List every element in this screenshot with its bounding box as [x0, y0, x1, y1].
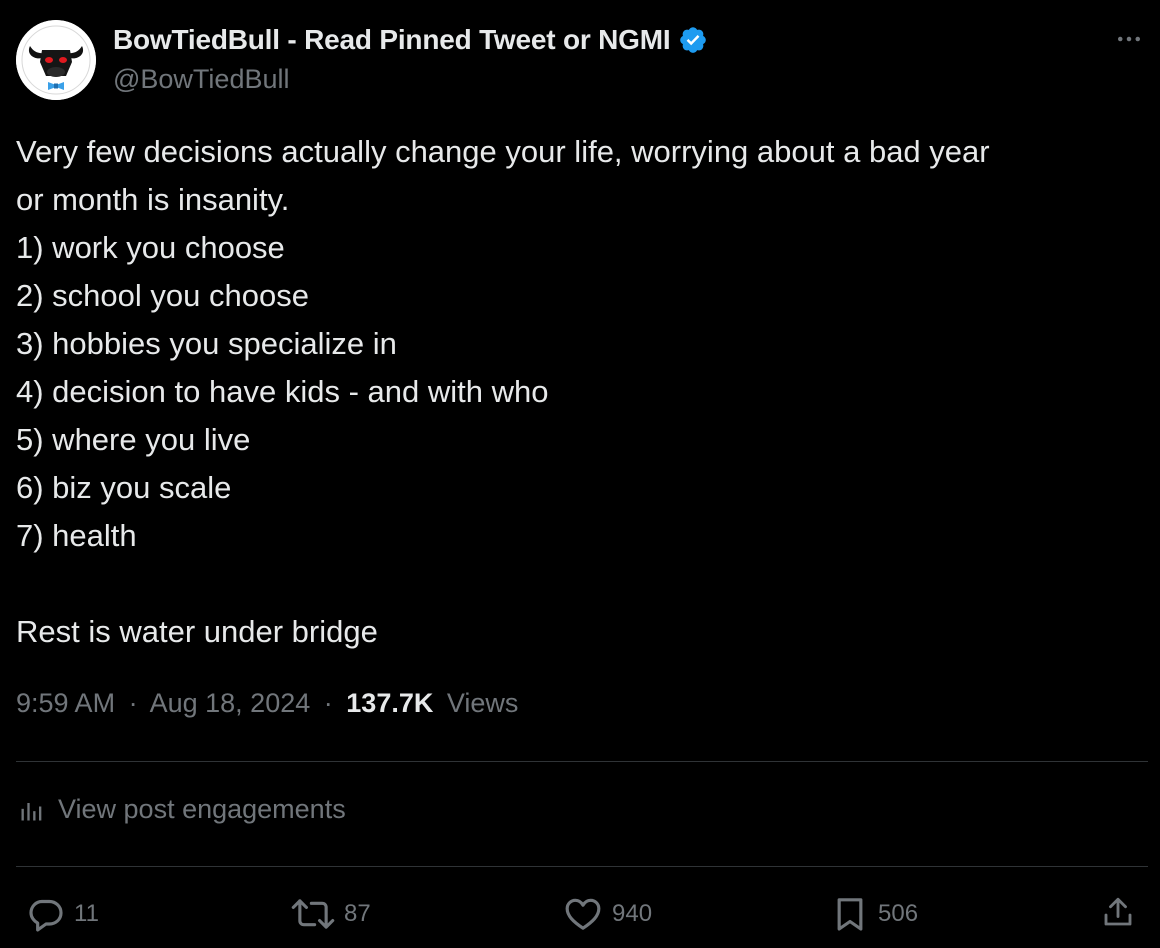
meta-separator: · [323, 688, 333, 718]
tweet-date[interactable]: Aug 18, 2024 [150, 688, 311, 718]
author-name-text: BowTiedBull - Read Pinned Tweet or NGMI [113, 24, 671, 55]
tweet-line: 7) health [16, 518, 137, 553]
tweet-line: or month is insanity. [16, 182, 290, 217]
avatar[interactable] [16, 20, 96, 100]
bookmark-button[interactable]: 506 [830, 894, 918, 934]
tweet-line: 5) where you live [16, 422, 251, 457]
views-count: 137.7K [346, 688, 434, 718]
tweet-line: 3) hobbies you specialize in [16, 326, 397, 361]
reply-count: 11 [74, 900, 99, 927]
tweet-line: Very few decisions actually change your … [16, 134, 990, 169]
author-handle[interactable]: @BowTiedBull [113, 64, 289, 95]
bull-avatar-icon [16, 20, 96, 100]
author-display-name[interactable]: BowTiedBull - Read Pinned Tweet or NGMI [113, 24, 708, 56]
view-engagements-link[interactable]: View post engagements [18, 794, 346, 825]
bookmark-icon [837, 898, 863, 931]
like-button[interactable]: 940 [562, 894, 652, 934]
repost-button[interactable]: 87 [290, 894, 371, 934]
tweet-line: 1) work you choose [16, 230, 285, 265]
tweet-line: 4) decision to have kids - and with who [16, 374, 549, 409]
tweet-time[interactable]: 9:59 AM [16, 688, 115, 718]
views-label: Views [446, 688, 519, 718]
tweet-line: Rest is water under bridge [16, 614, 378, 649]
reply-button[interactable]: 11 [26, 894, 99, 934]
tweet-line: 6) biz you scale [16, 470, 232, 505]
meta-separator: · [128, 688, 138, 718]
reply-icon [29, 899, 63, 932]
share-icon [1104, 897, 1132, 926]
engagements-label: View post engagements [58, 794, 346, 824]
bookmark-count: 506 [878, 900, 919, 927]
analytics-icon [21, 802, 42, 820]
like-count: 940 [612, 900, 653, 927]
divider [16, 761, 1148, 762]
heart-icon [565, 898, 601, 930]
divider [16, 866, 1148, 867]
verified-badge-icon[interactable] [678, 25, 708, 55]
more-options-icon[interactable] [1114, 24, 1144, 54]
paragraph-break [16, 560, 1136, 608]
share-button[interactable] [1100, 894, 1144, 930]
tweet-text: Very few decisions actually change your … [16, 128, 1136, 656]
tweet-meta: 9:59 AM · Aug 18, 2024 · 137.7K Views [16, 688, 518, 719]
repost-count: 87 [344, 900, 371, 927]
tweet-line: 2) school you choose [16, 278, 309, 313]
repost-icon [291, 899, 335, 929]
